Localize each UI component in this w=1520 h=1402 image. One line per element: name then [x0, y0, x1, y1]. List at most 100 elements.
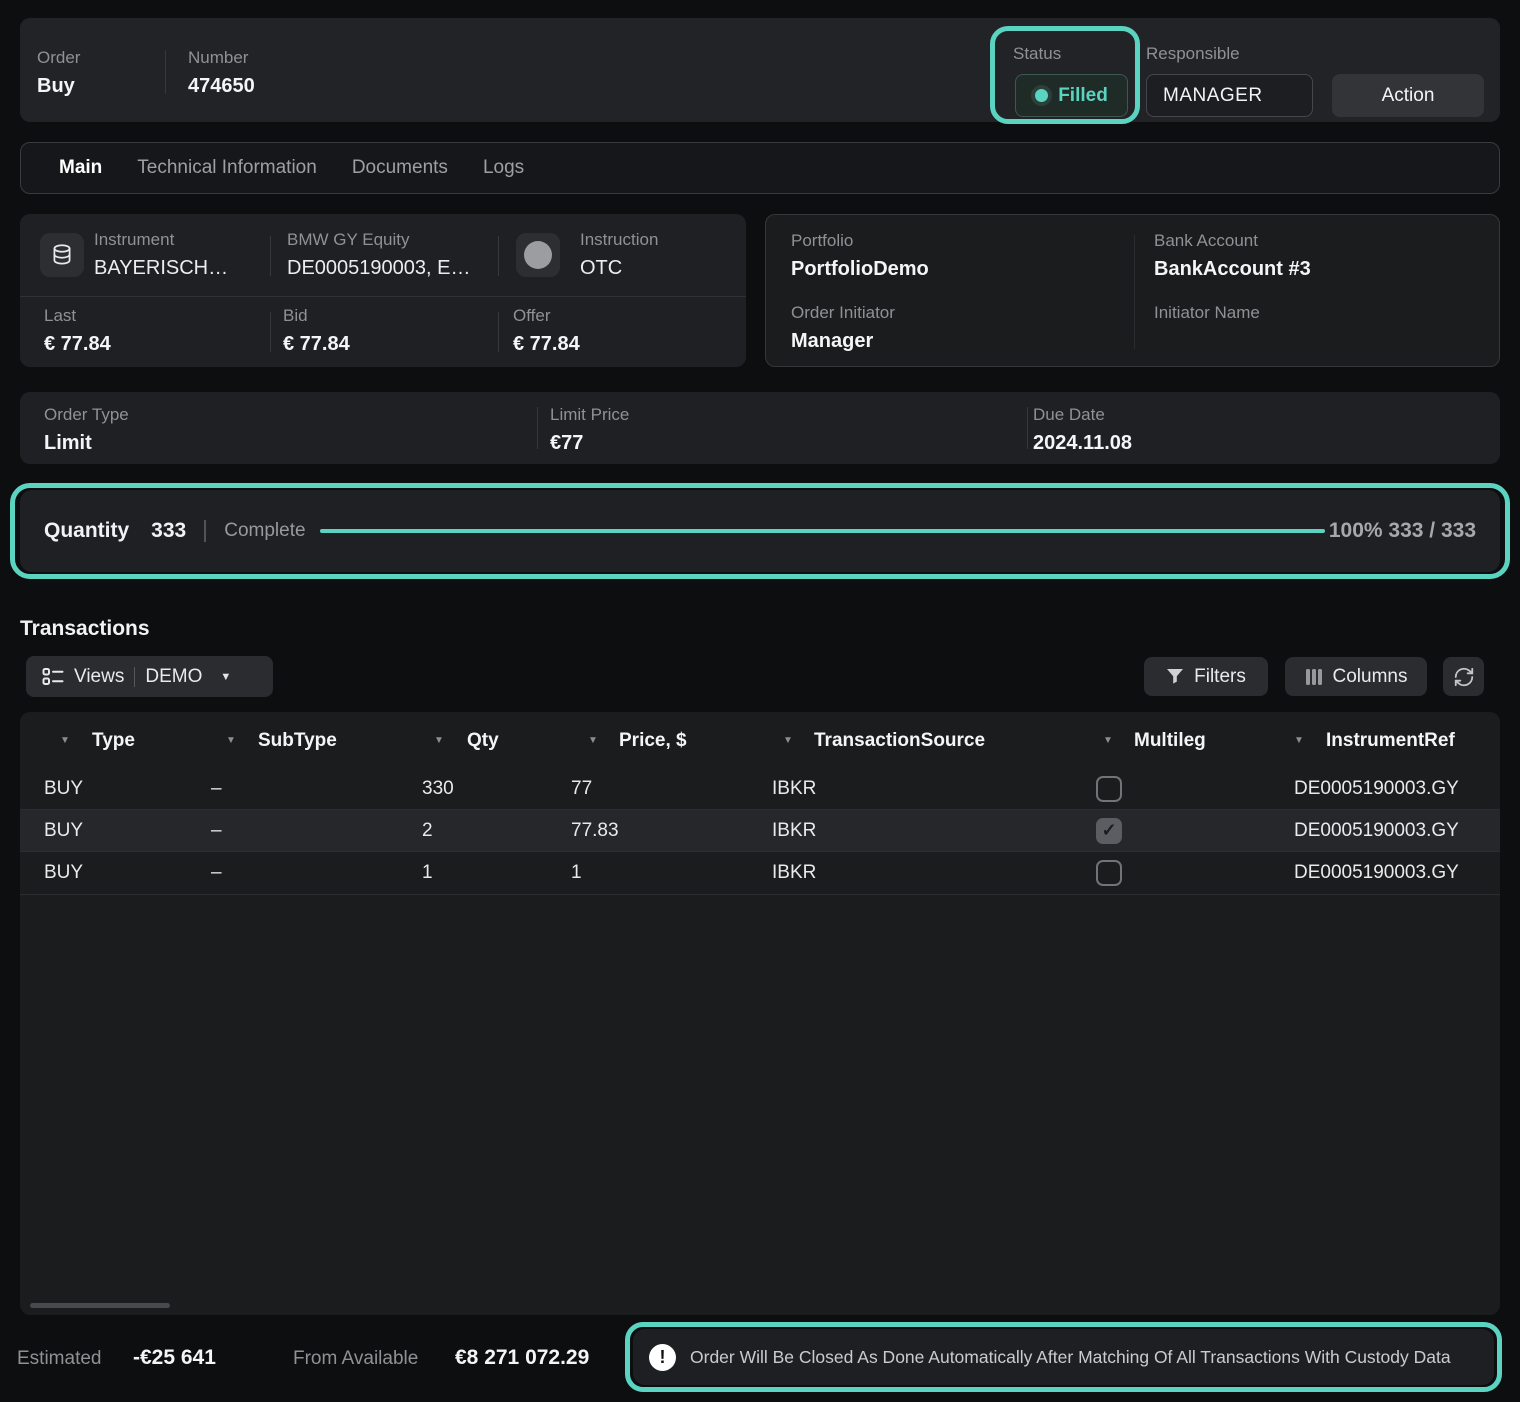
coins-icon: [49, 242, 75, 268]
bank-account-label: Bank Account: [1154, 231, 1311, 251]
order-side-value: Buy: [37, 74, 80, 98]
from-available-value: €8 271 072.29: [455, 1346, 589, 1370]
cell-subtype: –: [211, 820, 222, 842]
tab-bar: Main Technical Information Documents Log…: [20, 142, 1500, 194]
cell-instrumentref: DE0005190003.GY: [1294, 778, 1459, 800]
table-row[interactable]: BUY – 2 77.83 IBKR DE0005190003.GY: [20, 810, 1500, 851]
cell-qty: 1: [422, 862, 433, 884]
sort-caret-icon[interactable]: ▼: [60, 735, 70, 746]
action-button[interactable]: Action: [1332, 74, 1484, 117]
divider: [537, 407, 538, 449]
filters-button[interactable]: Filters: [1144, 657, 1268, 696]
estimated-value: -€25 641: [133, 1346, 216, 1370]
limit-price-value: €77: [550, 431, 629, 455]
order-type-field: Order Type Limit: [44, 405, 129, 455]
order-type-value: Limit: [44, 431, 129, 455]
sort-caret-icon[interactable]: ▼: [226, 735, 236, 746]
header-divider: [165, 50, 166, 94]
tab-logs[interactable]: Logs: [483, 157, 524, 179]
instruction-icon-box: [516, 233, 560, 277]
sort-caret-icon[interactable]: ▼: [1103, 735, 1113, 746]
sort-caret-icon[interactable]: ▼: [1294, 735, 1304, 746]
initiator-name-field: Initiator Name: [1154, 303, 1260, 329]
limit-price-field: Limit Price €77: [550, 405, 629, 455]
refresh-icon: [1453, 666, 1475, 688]
views-list-icon: [42, 667, 64, 686]
cell-price: 1: [571, 862, 582, 884]
portfolio-field: Portfolio PortfolioDemo: [791, 231, 929, 281]
horizontal-scrollbar[interactable]: [30, 1303, 170, 1308]
divider: [134, 667, 135, 687]
multileg-checkbox[interactable]: [1096, 818, 1122, 844]
column-header-instrumentref[interactable]: InstrumentRef: [1326, 730, 1455, 752]
table-row[interactable]: BUY – 1 1 IBKR DE0005190003.GY: [20, 852, 1500, 893]
cell-type: BUY: [44, 778, 83, 800]
multileg-checkbox[interactable]: [1096, 776, 1122, 802]
column-header-subtype[interactable]: SubType: [258, 730, 337, 752]
order-details-page: Order Buy Number 474650 Status Filled Re…: [0, 0, 1520, 1402]
cell-subtype: –: [211, 778, 222, 800]
due-date-value: 2024.11.08: [1033, 431, 1132, 455]
cell-type: BUY: [44, 862, 83, 884]
columns-button[interactable]: Columns: [1285, 657, 1427, 696]
sort-caret-icon[interactable]: ▼: [434, 735, 444, 746]
estimated-label: Estimated: [17, 1348, 101, 1370]
column-header-qty[interactable]: Qty: [467, 730, 499, 752]
quantity-panel: Quantity 333 Complete 100% 333 / 333: [20, 490, 1500, 572]
column-header-type[interactable]: Type: [92, 730, 135, 752]
status-value: Filled: [1058, 85, 1108, 107]
columns-label: Columns: [1333, 666, 1408, 688]
status-badge: Filled: [1015, 74, 1128, 117]
equity-value: DE0005190003, E…: [287, 256, 470, 280]
status-dot-icon: [1035, 89, 1048, 102]
equity-field: BMW GY Equity DE0005190003, E…: [287, 230, 470, 280]
tab-documents[interactable]: Documents: [352, 157, 448, 179]
tab-technical-information[interactable]: Technical Information: [137, 157, 317, 179]
multileg-checkbox[interactable]: [1096, 860, 1122, 886]
custody-notice: ! Order Will Be Closed As Done Automatic…: [633, 1329, 1494, 1385]
filters-label: Filters: [1194, 666, 1246, 688]
quantity-progress-text: 100% 333 / 333: [1329, 519, 1476, 543]
order-number-field: Number 474650: [188, 48, 255, 98]
divider: [204, 520, 206, 542]
bid-label: Bid: [283, 306, 350, 326]
instrument-panel: Instrument BAYERISCH… BMW GY Equity DE00…: [20, 214, 746, 367]
divider: [1027, 407, 1028, 449]
sort-caret-icon[interactable]: ▼: [588, 735, 598, 746]
instruction-value: OTC: [580, 256, 658, 280]
instruction-label: Instruction: [580, 230, 658, 250]
sort-caret-icon[interactable]: ▼: [783, 735, 793, 746]
responsible-select[interactable]: MANAGER: [1146, 74, 1313, 117]
table-row[interactable]: BUY – 330 77 IBKR DE0005190003.GY: [20, 768, 1500, 809]
views-dropdown[interactable]: Views DEMO ▼: [26, 656, 273, 697]
views-label: Views: [74, 666, 124, 688]
transactions-table: ▼ Type ▼ SubType ▼ Qty ▼ Price, $ ▼ Tran…: [20, 712, 1500, 1315]
offer-value: € 77.84: [513, 332, 580, 356]
bid-value: € 77.84: [283, 332, 350, 356]
divider: [20, 296, 746, 297]
order-initiator-field: Order Initiator Manager: [791, 303, 895, 353]
account-panel: Portfolio PortfolioDemo Bank Account Ban…: [765, 214, 1500, 367]
order-header: Order Buy Number 474650 Status Filled Re…: [20, 18, 1500, 122]
divider: [270, 236, 271, 276]
tab-main[interactable]: Main: [59, 157, 102, 179]
column-header-multileg[interactable]: Multileg: [1134, 730, 1206, 752]
offer-label: Offer: [513, 306, 580, 326]
chevron-down-icon: ▼: [220, 671, 231, 683]
cell-price: 77: [571, 778, 592, 800]
last-value: € 77.84: [44, 332, 111, 356]
instrument-label: Instrument: [94, 230, 228, 250]
quantity-value: 333: [151, 519, 186, 543]
order-initiator-label: Order Initiator: [791, 303, 895, 323]
custody-notice-text: Order Will Be Closed As Done Automatical…: [690, 1347, 1451, 1368]
column-header-transactionsource[interactable]: TransactionSource: [814, 730, 985, 752]
column-header-price[interactable]: Price, $: [619, 730, 687, 752]
due-date-label: Due Date: [1033, 405, 1132, 425]
instruction-circle-icon: [524, 241, 552, 269]
cell-qty: 330: [422, 778, 454, 800]
cell-source: IBKR: [772, 778, 816, 800]
refresh-button[interactable]: [1443, 657, 1484, 696]
due-date-field: Due Date 2024.11.08: [1033, 405, 1132, 455]
bid-price-field: Bid € 77.84: [283, 306, 350, 356]
last-price-field: Last € 77.84: [44, 306, 111, 356]
